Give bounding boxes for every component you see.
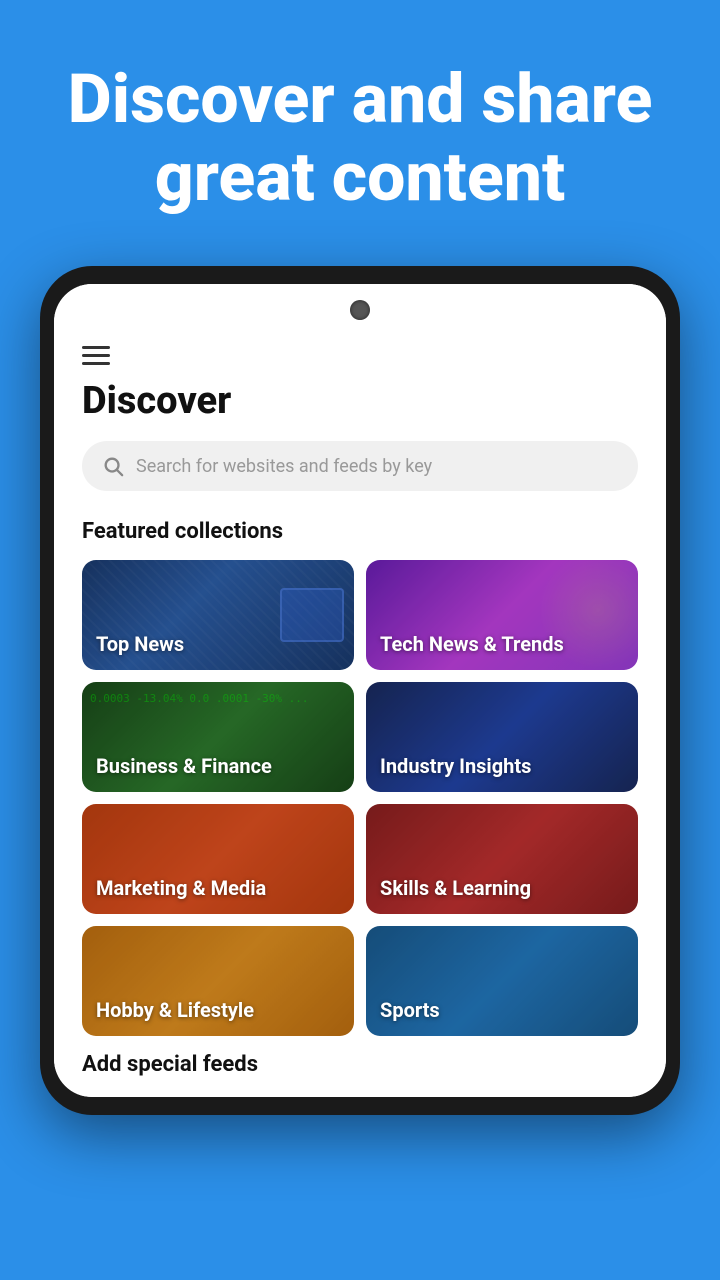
card-label-marketing: Marketing & Media xyxy=(96,876,340,900)
app-content: Discover Search for websites and feeds b… xyxy=(54,336,666,1097)
card-label-tech-news: Tech News & Trends xyxy=(380,632,624,656)
card-label-top-news: Top News xyxy=(96,632,340,656)
hero-section: Discover and share great content xyxy=(0,0,720,256)
hero-title: Discover and share great content xyxy=(40,60,680,216)
card-label-industry: Industry Insights xyxy=(380,754,624,778)
card-skills[interactable]: Skills & Learning xyxy=(366,804,638,914)
menu-button[interactable] xyxy=(82,336,638,379)
card-hobby[interactable]: Hobby & Lifestyle xyxy=(82,926,354,1036)
card-label-hobby: Hobby & Lifestyle xyxy=(96,998,340,1022)
card-sports[interactable]: Sports xyxy=(366,926,638,1036)
notch-bar xyxy=(54,284,666,336)
card-top-news[interactable]: Top News xyxy=(82,560,354,670)
card-marketing[interactable]: Marketing & Media xyxy=(82,804,354,914)
hamburger-icon xyxy=(82,346,110,349)
cards-grid: Top News Tech News & Trends Business & F… xyxy=(82,560,638,1036)
search-bar[interactable]: Search for websites and feeds by key xyxy=(82,441,638,491)
page-title: Discover xyxy=(82,379,638,423)
hamburger-icon xyxy=(82,354,110,357)
camera-dot xyxy=(350,300,370,320)
phone-screen: Discover Search for websites and feeds b… xyxy=(54,284,666,1097)
card-label-skills: Skills & Learning xyxy=(380,876,624,900)
add-special-feeds-heading: Add special feeds xyxy=(82,1052,638,1077)
hamburger-icon xyxy=(82,362,110,365)
card-business[interactable]: Business & Finance xyxy=(82,682,354,792)
featured-collections-heading: Featured collections xyxy=(82,519,638,544)
phone-mockup: Discover Search for websites and feeds b… xyxy=(40,266,680,1115)
card-industry[interactable]: Industry Insights xyxy=(366,682,638,792)
card-tech-news[interactable]: Tech News & Trends xyxy=(366,560,638,670)
search-icon xyxy=(102,455,124,477)
card-label-business: Business & Finance xyxy=(96,754,340,778)
search-placeholder-text: Search for websites and feeds by key xyxy=(136,456,432,477)
card-label-sports: Sports xyxy=(380,998,624,1022)
phone-shell: Discover Search for websites and feeds b… xyxy=(40,266,680,1115)
